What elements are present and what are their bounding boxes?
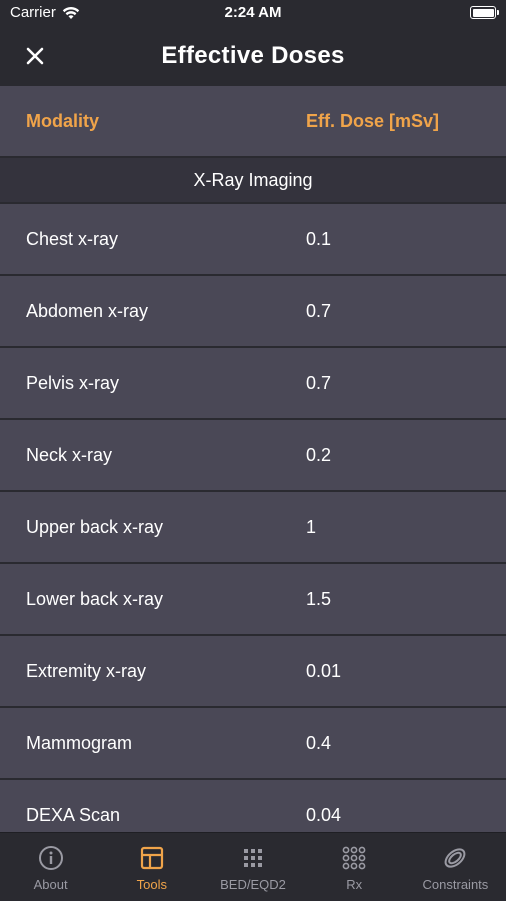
section-header: X-Ray Imaging <box>0 158 506 204</box>
table-row: Pelvis x-ray 0.7 <box>0 348 506 420</box>
battery-icon <box>470 6 499 19</box>
tab-constraints[interactable]: Constraints <box>405 833 506 901</box>
row-dose: 0.01 <box>306 660 342 681</box>
table-row: Lower back x-ray 1.5 <box>0 564 506 636</box>
row-modality: Lower back x-ray <box>26 588 164 609</box>
table-row: Neck x-ray 0.2 <box>0 420 506 492</box>
table-row: Extremity x-ray 0.01 <box>0 636 506 708</box>
row-dose: 0.7 <box>306 300 332 321</box>
rings-icon <box>445 848 466 868</box>
tab-label: Constraints <box>422 877 489 892</box>
dots-grid-icon <box>342 846 366 870</box>
tab-label: Rx <box>346 877 363 892</box>
row-modality: Pelvis x-ray <box>26 372 120 393</box>
row-modality: Mammogram <box>26 732 133 753</box>
table-row: Upper back x-ray 1 <box>0 492 506 564</box>
tab-bed-eqd2[interactable]: BED/EQD2 <box>202 833 303 901</box>
page-title: Effective Doses <box>161 42 345 69</box>
table-row: Chest x-ray 0.1 <box>0 204 506 276</box>
grid-icon <box>244 849 262 867</box>
info-icon <box>38 846 63 870</box>
table-row: DEXA Scan 0.04 <box>0 780 506 832</box>
close-icon <box>26 47 44 65</box>
tab-about[interactable]: About <box>0 833 101 901</box>
header-dose: Eff. Dose [mSv] <box>306 110 440 131</box>
row-dose: 0.1 <box>306 228 332 249</box>
row-dose: 0.2 <box>306 444 332 465</box>
row-dose: 0.04 <box>306 804 342 825</box>
table-row: Mammogram 0.4 <box>0 708 506 780</box>
tab-label: About <box>33 877 68 892</box>
row-modality: Abdomen x-ray <box>26 300 149 321</box>
tab-rx[interactable]: Rx <box>304 833 405 901</box>
table-row: Abdomen x-ray 0.7 <box>0 276 506 348</box>
row-modality: Chest x-ray <box>26 228 119 249</box>
navigation-bar: Effective Doses <box>0 28 506 86</box>
row-dose: 1.5 <box>306 588 332 609</box>
tools-icon <box>140 846 163 870</box>
table-header: Modality Eff. Dose [mSv] <box>0 86 506 158</box>
row-dose: 0.4 <box>306 732 332 753</box>
dose-table[interactable]: Modality Eff. Dose [mSv] X-Ray Imaging C… <box>0 86 506 832</box>
tab-label: Tools <box>136 877 167 892</box>
header-modality: Modality <box>26 110 100 131</box>
row-modality: Extremity x-ray <box>26 660 147 681</box>
row-modality: Upper back x-ray <box>26 516 164 537</box>
tab-label: BED/EQD2 <box>220 877 286 892</box>
status-bar: Carrier 2:24 AM <box>0 0 506 28</box>
row-dose: 0.7 <box>306 372 332 393</box>
tab-tools[interactable]: Tools <box>101 833 202 901</box>
row-modality: DEXA Scan <box>26 804 121 825</box>
status-time: 2:24 AM <box>224 4 282 21</box>
row-modality: Neck x-ray <box>26 444 113 465</box>
tab-bar: About Tools BED/EQD2 Rx Constraints <box>0 832 506 901</box>
row-dose: 1 <box>306 516 317 537</box>
close-button[interactable] <box>20 41 50 71</box>
